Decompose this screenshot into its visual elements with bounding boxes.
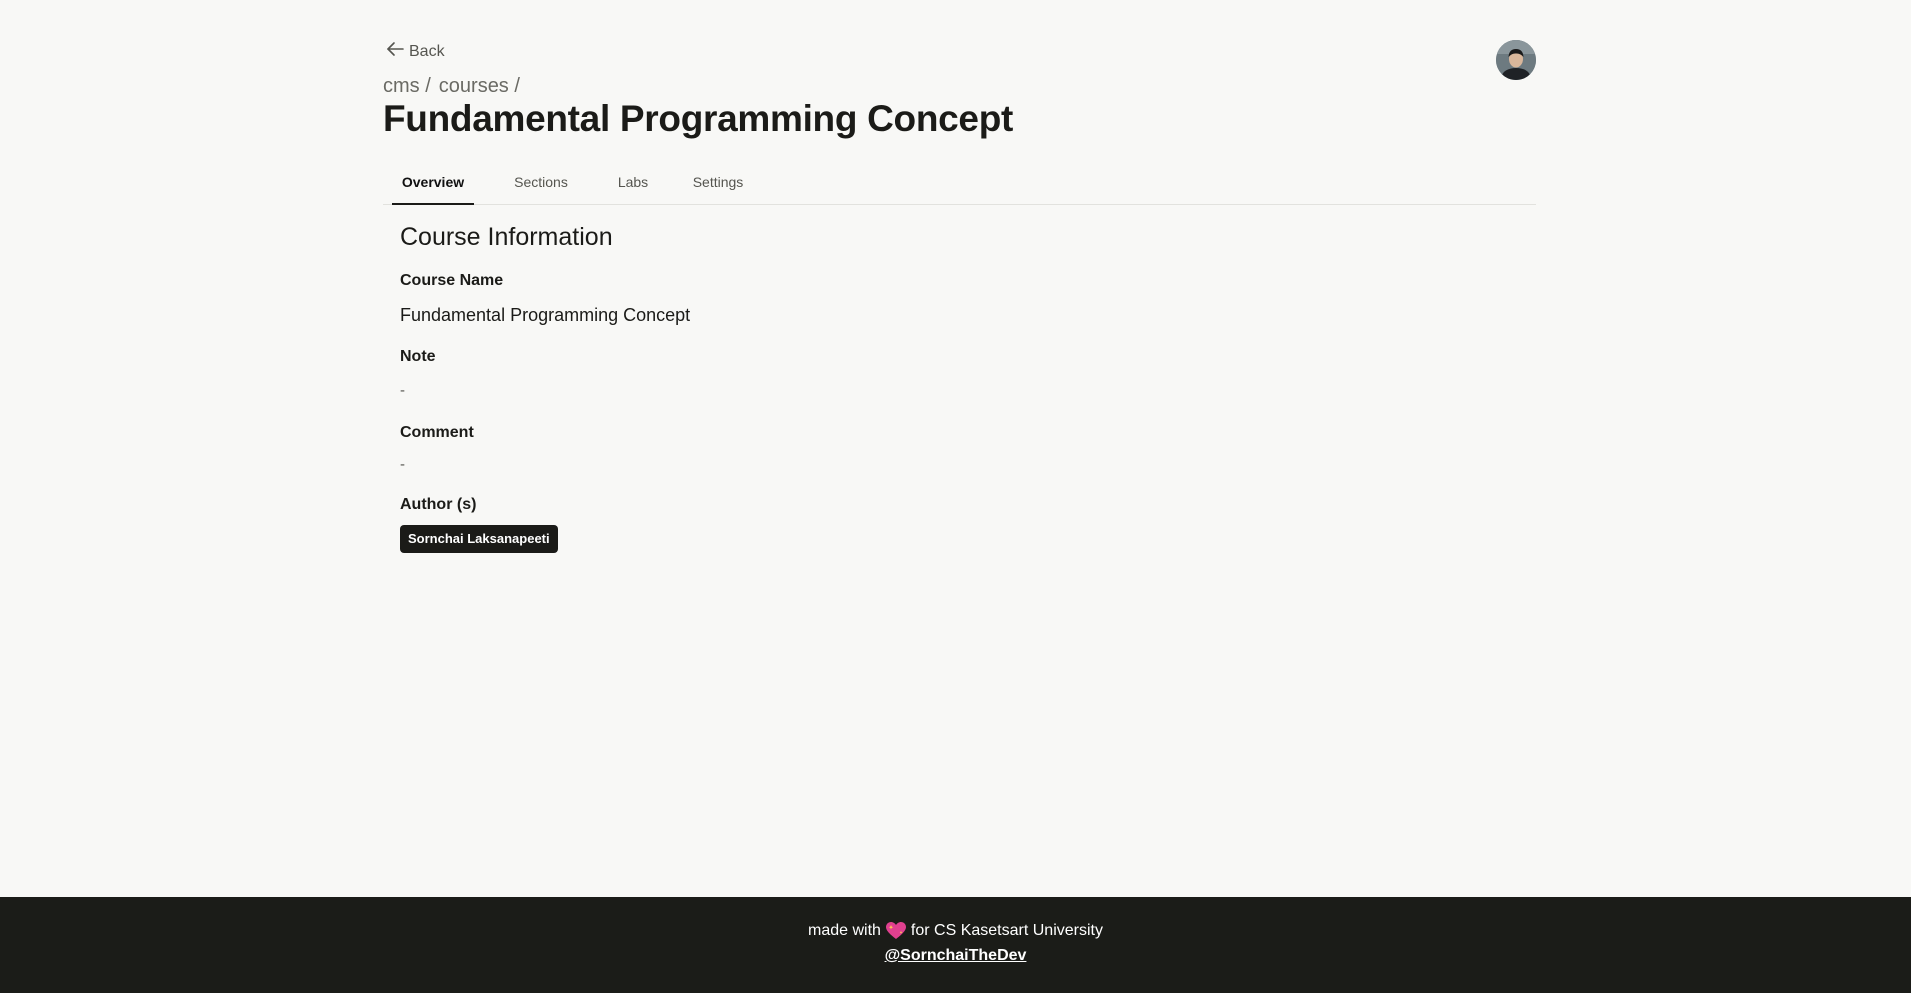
footer-credit: made with for CS Kasetsart University: [0, 921, 1911, 941]
author-profile-link[interactable]: @SornchaiTheDev: [0, 947, 1911, 965]
authors-label: Author (s): [400, 496, 477, 513]
section-title: Course Information: [400, 223, 613, 251]
note-label: Note: [400, 348, 436, 365]
tab-settings[interactable]: Settings: [683, 165, 753, 205]
sparkling-heart-icon: [885, 921, 907, 941]
breadcrumb-item-cms[interactable]: cms /: [383, 75, 431, 98]
course-name-value: Fundamental Programming Concept: [400, 305, 691, 325]
author-badge[interactable]: Sornchai Laksanapeeti: [400, 525, 558, 553]
user-avatar[interactable]: [1496, 40, 1536, 80]
breadcrumb-item-courses[interactable]: courses /: [439, 75, 520, 98]
comment-value: -: [400, 456, 405, 473]
footer: made with for CS Kasetsart University @S…: [0, 897, 1911, 993]
tab-sections[interactable]: Sections: [501, 165, 581, 205]
tab-labs[interactable]: Labs: [608, 165, 658, 205]
tab-overview[interactable]: Overview: [392, 165, 474, 205]
avatar-image: [1496, 40, 1536, 80]
comment-label: Comment: [400, 424, 474, 441]
arrow-left-icon: [385, 40, 405, 63]
page-title: Fundamental Programming Concept: [383, 98, 1014, 139]
back-label: Back: [409, 42, 445, 60]
course-name-label: Course Name: [400, 272, 504, 289]
back-button[interactable]: Back: [385, 40, 445, 63]
note-value: -: [400, 382, 405, 399]
breadcrumb: cms / courses /: [383, 75, 520, 98]
tab-bar: Overview Sections Labs Settings: [383, 165, 1536, 205]
footer-made-with: made with: [808, 922, 881, 939]
course-overview-page: Back cms / courses / Fundamental Program…: [0, 0, 1911, 993]
footer-for-text: for CS Kasetsart University: [910, 922, 1103, 939]
